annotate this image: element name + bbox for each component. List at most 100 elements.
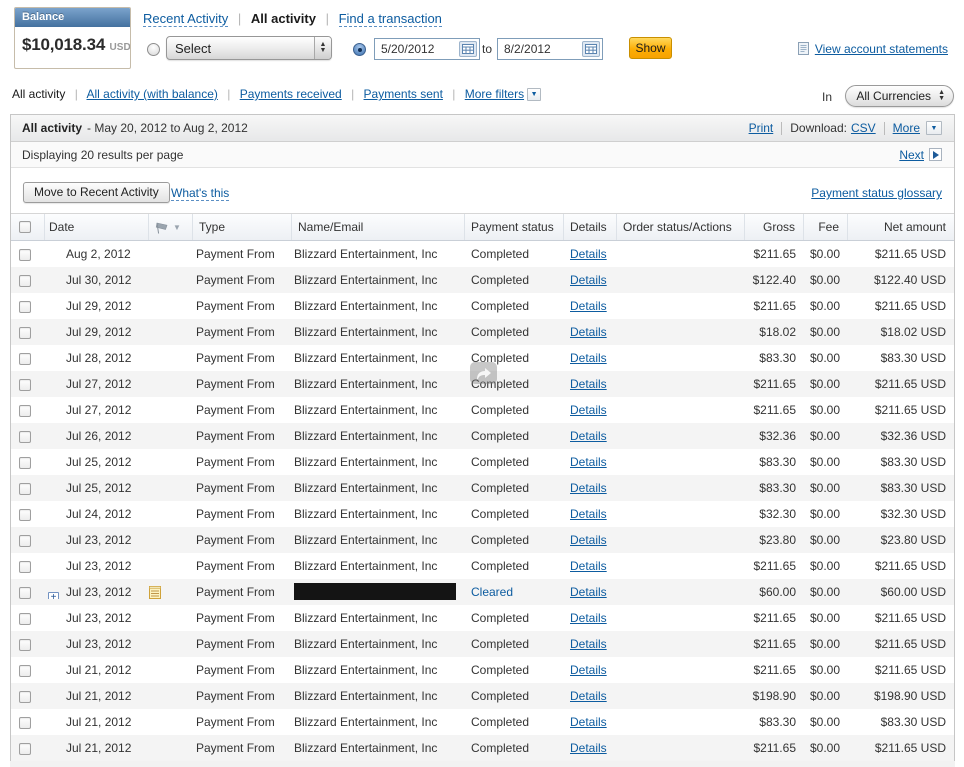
table-row: + Jul 23, 2012 Payment From Blizzard Ent… xyxy=(11,527,954,553)
select-all-checkbox[interactable] xyxy=(19,221,31,233)
row-checkbox[interactable] xyxy=(19,405,31,417)
header-flag-cell[interactable]: ▼ xyxy=(149,214,193,240)
tab-recent-activity[interactable]: Recent Activity xyxy=(143,11,228,27)
subnav-payments-received[interactable]: Payments received xyxy=(240,87,342,101)
panel-header: All activity - May 20, 2012 to Aug 2, 20… xyxy=(11,115,954,142)
row-checkbox[interactable] xyxy=(19,509,31,521)
row-details-link[interactable]: Details xyxy=(570,455,607,469)
row-gross: $211.65 xyxy=(745,247,804,261)
next-page-icon[interactable] xyxy=(929,148,942,161)
more-link[interactable]: More xyxy=(893,121,920,135)
row-gross: $83.30 xyxy=(745,481,804,495)
row-type: Payment From xyxy=(193,741,292,755)
calendar-icon[interactable] xyxy=(459,41,477,57)
row-checkbox[interactable] xyxy=(19,275,31,287)
panel-header-actions: Print Download: CSV More ▼ xyxy=(749,121,942,135)
row-checkbox[interactable] xyxy=(19,717,31,729)
row-payment-status: Completed xyxy=(471,403,529,417)
row-checkbox[interactable] xyxy=(19,691,31,703)
row-details-link[interactable]: Details xyxy=(570,611,607,625)
row-payment-status: Completed xyxy=(471,325,529,339)
row-fee: $0.00 xyxy=(804,273,848,287)
activity-panel: All activity - May 20, 2012 to Aug 2, 20… xyxy=(10,114,955,761)
download-csv-link[interactable]: CSV xyxy=(851,121,876,135)
row-checkbox[interactable] xyxy=(19,379,31,391)
row-net-amount: $211.65 USD xyxy=(848,663,954,677)
row-details-link[interactable]: Details xyxy=(570,273,607,287)
row-checkbox[interactable] xyxy=(19,587,31,599)
row-details-link[interactable]: Details xyxy=(570,429,607,443)
row-checkbox[interactable] xyxy=(19,483,31,495)
row-details-link[interactable]: Details xyxy=(570,741,607,755)
row-payment-status: Completed xyxy=(471,429,529,443)
move-to-recent-activity-button[interactable]: Move to Recent Activity xyxy=(23,182,170,203)
row-details-link[interactable]: Details xyxy=(570,637,607,651)
row-gross: $32.36 xyxy=(745,429,804,443)
row-details-link[interactable]: Details xyxy=(570,299,607,313)
balance-header: Balance xyxy=(15,8,130,27)
row-checkbox[interactable] xyxy=(19,665,31,677)
row-details-link[interactable]: Details xyxy=(570,481,607,495)
row-details-link[interactable]: Details xyxy=(570,585,607,599)
row-details-link[interactable]: Details xyxy=(570,403,607,417)
row-fee: $0.00 xyxy=(804,403,848,417)
row-name-cell: Blizzard Entertainment, Inc xyxy=(292,299,465,313)
filter-radio-preset[interactable] xyxy=(147,43,160,56)
row-details-link[interactable]: Details xyxy=(570,247,607,261)
row-checkbox[interactable] xyxy=(19,561,31,573)
expand-icon[interactable]: + xyxy=(48,592,59,599)
row-date-cell: + Jul 23, 2012 xyxy=(45,637,149,651)
row-checkbox[interactable] xyxy=(19,353,31,365)
row-details-link[interactable]: Details xyxy=(570,663,607,677)
table-row: + Jul 26, 2012 Payment From Blizzard Ent… xyxy=(11,423,954,449)
row-details-link[interactable]: Details xyxy=(570,377,607,391)
print-link[interactable]: Print xyxy=(749,121,774,135)
subnav-all-activity-with-balance[interactable]: All activity (with balance) xyxy=(86,87,217,101)
row-name: Blizzard Entertainment, Inc xyxy=(294,481,437,495)
next-page-link[interactable]: Next xyxy=(899,148,924,162)
row-details-cell: Details xyxy=(564,689,617,703)
payment-status-glossary-link[interactable]: Payment status glossary xyxy=(811,186,942,200)
more-filters-caret-icon[interactable]: ▼ xyxy=(527,88,541,101)
row-checkbox[interactable] xyxy=(19,249,31,261)
row-net-amount: $83.30 USD xyxy=(848,715,954,729)
preset-range-select[interactable]: Select ▲▼ xyxy=(166,36,332,60)
row-net-amount: $18.02 USD xyxy=(848,325,954,339)
filter-radio-daterange[interactable] xyxy=(353,43,366,56)
row-fee: $0.00 xyxy=(804,741,848,755)
whats-this-link[interactable]: What's this xyxy=(171,186,229,201)
row-checkbox[interactable] xyxy=(19,743,31,755)
view-statements-link[interactable]: View account statements xyxy=(815,42,948,56)
subnav-payments-sent[interactable]: Payments sent xyxy=(364,87,443,101)
row-details-link[interactable]: Details xyxy=(570,507,607,521)
row-checkbox[interactable] xyxy=(19,301,31,313)
results-band: Displaying 20 results per page Next xyxy=(11,142,954,168)
calendar-icon[interactable] xyxy=(582,41,600,57)
subnav-more-filters[interactable]: More filters xyxy=(465,87,524,101)
row-type: Payment From xyxy=(193,273,292,287)
row-details-link[interactable]: Details xyxy=(570,715,607,729)
row-name-cell: Blizzard Entertainment, Inc xyxy=(292,273,465,287)
row-details-link[interactable]: Details xyxy=(570,533,607,547)
row-details-link[interactable]: Details xyxy=(570,689,607,703)
show-button[interactable]: Show xyxy=(629,37,672,59)
more-caret-icon[interactable]: ▼ xyxy=(926,121,942,135)
row-checkbox[interactable] xyxy=(19,613,31,625)
currency-select[interactable]: All Currencies ▲▼ xyxy=(845,85,954,107)
row-checkbox[interactable] xyxy=(19,431,31,443)
row-details-link[interactable]: Details xyxy=(570,325,607,339)
tab-find-transaction[interactable]: Find a transaction xyxy=(339,11,442,27)
row-checkbox[interactable] xyxy=(19,457,31,469)
row-status-cell: Completed xyxy=(465,689,564,703)
table-row: + Jul 21, 2012 Payment From Blizzard Ent… xyxy=(11,657,954,683)
row-date-cell: + Jul 25, 2012 xyxy=(45,455,149,469)
row-checkbox[interactable] xyxy=(19,535,31,547)
row-gross: $60.00 xyxy=(745,585,804,599)
row-date-cell: + Jul 23, 2012 xyxy=(45,533,149,547)
row-checkbox[interactable] xyxy=(19,639,31,651)
row-details-link[interactable]: Details xyxy=(570,559,607,573)
row-gross: $23.80 xyxy=(745,533,804,547)
row-details-link[interactable]: Details xyxy=(570,351,607,365)
bottom-strip xyxy=(10,761,955,767)
row-checkbox[interactable] xyxy=(19,327,31,339)
